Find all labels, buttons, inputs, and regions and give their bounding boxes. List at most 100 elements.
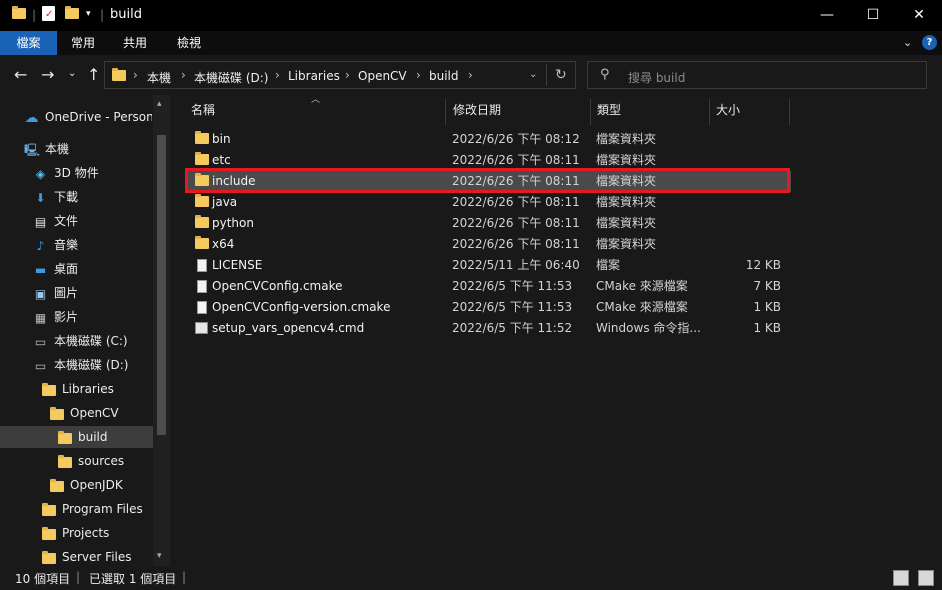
nav-item-drive-d[interactable]: ▭ 本機磁碟 (D:) bbox=[33, 354, 129, 376]
drive-icon: ▭ bbox=[34, 334, 47, 349]
forward-arrow-icon[interactable]: → bbox=[41, 65, 54, 84]
expand-ribbon-chevron-icon[interactable]: ⌄ bbox=[903, 36, 912, 49]
nav-item-libraries[interactable]: Libraries bbox=[41, 378, 114, 400]
nav-item-music[interactable]: ♪ 音樂 bbox=[33, 234, 78, 256]
column-divider[interactable] bbox=[709, 99, 710, 125]
status-divider: | bbox=[182, 570, 187, 584]
nav-scrollbar-thumb[interactable] bbox=[157, 135, 166, 435]
file-icon bbox=[197, 301, 207, 314]
nav-item-sources[interactable]: sources bbox=[57, 450, 124, 472]
chevron-right-icon[interactable]: › bbox=[468, 68, 473, 82]
file-size: 7 KB bbox=[753, 279, 781, 293]
back-arrow-icon[interactable]: ← bbox=[14, 65, 27, 84]
tab-home[interactable]: 常用 bbox=[57, 31, 109, 55]
breadcrumb-this-pc[interactable]: 本機 bbox=[147, 69, 171, 86]
nav-item-label: Projects bbox=[62, 526, 110, 540]
file-row[interactable]: setup_vars_opencv4.cmd 2022/6/5 下午 11:52… bbox=[187, 318, 791, 339]
column-divider[interactable] bbox=[789, 99, 790, 125]
help-icon[interactable]: ? bbox=[922, 35, 937, 50]
nav-item-build[interactable]: build bbox=[0, 426, 153, 448]
file-date: 2022/6/26 下午 08:11 bbox=[452, 237, 580, 251]
nav-item-program-files[interactable]: Program Files bbox=[41, 498, 143, 520]
file-row[interactable]: LICENSE 2022/5/11 上午 06:40 檔案 12 KB bbox=[187, 255, 791, 276]
nav-item-projects[interactable]: Projects bbox=[41, 522, 109, 544]
cube-icon: ◈ bbox=[35, 166, 46, 181]
file-type: 檔案資料夾 bbox=[596, 195, 657, 209]
file-name: bin bbox=[212, 132, 231, 146]
properties-icon[interactable]: ✓ bbox=[42, 6, 55, 21]
tab-file[interactable]: 檔案 bbox=[0, 31, 57, 55]
new-folder-icon[interactable] bbox=[65, 6, 79, 19]
column-header-name[interactable]: 名稱 bbox=[191, 95, 215, 125]
tab-share[interactable]: 共用 bbox=[109, 31, 161, 55]
tab-view[interactable]: 檢視 bbox=[161, 31, 217, 55]
column-header-size[interactable]: 大小 bbox=[716, 95, 740, 125]
breadcrumb-libraries[interactable]: Libraries bbox=[288, 69, 340, 83]
chevron-right-icon[interactable]: › bbox=[345, 68, 350, 82]
file-row[interactable]: OpenCVConfig-version.cmake 2022/6/5 下午 1… bbox=[187, 297, 791, 318]
file-icon bbox=[197, 259, 207, 272]
breadcrumb-opencv[interactable]: OpenCV bbox=[358, 69, 407, 83]
customize-qa-chevron-icon[interactable]: ▾ bbox=[86, 9, 91, 19]
chevron-right-icon[interactable]: › bbox=[416, 68, 421, 82]
nav-item-label: 影片 bbox=[54, 310, 79, 324]
file-row[interactable]: java 2022/6/26 下午 08:11 檔案資料夾 bbox=[187, 192, 791, 213]
column-divider[interactable] bbox=[445, 99, 446, 125]
breadcrumb-build[interactable]: build bbox=[429, 69, 459, 83]
scroll-down-arrow-icon[interactable]: ▾ bbox=[157, 551, 162, 561]
column-header-type[interactable]: 類型 bbox=[597, 95, 621, 125]
file-row[interactable]: bin 2022/6/26 下午 08:12 檔案資料夾 bbox=[187, 129, 791, 150]
recent-locations-chevron-icon[interactable]: ⌄ bbox=[68, 68, 76, 79]
nav-item-label: OneDrive - Persona bbox=[45, 110, 152, 124]
nav-item-drive-c[interactable]: ▭ 本機磁碟 (C:) bbox=[33, 330, 128, 352]
cloud-icon: ☁ bbox=[24, 109, 39, 126]
close-button[interactable]: ✕ bbox=[896, 0, 942, 31]
search-input[interactable]: 搜尋 build bbox=[628, 69, 685, 86]
file-row[interactable]: OpenCVConfig.cmake 2022/6/5 下午 11:53 CMa… bbox=[187, 276, 791, 297]
file-size: 1 KB bbox=[753, 300, 781, 314]
folder-icon bbox=[195, 194, 209, 207]
column-divider[interactable] bbox=[590, 99, 591, 125]
nav-item-3d-objects[interactable]: ◈ 3D 物件 bbox=[33, 162, 99, 184]
nav-item-documents[interactable]: ▤ 文件 bbox=[33, 210, 78, 232]
up-arrow-icon[interactable]: ↑ bbox=[87, 65, 100, 84]
file-row[interactable]: x64 2022/6/26 下午 08:11 檔案資料夾 bbox=[187, 234, 791, 255]
nav-item-label: 圖片 bbox=[54, 286, 79, 300]
nav-item-videos[interactable]: ▦ 影片 bbox=[33, 306, 78, 328]
file-date: 2022/6/26 下午 08:11 bbox=[452, 216, 580, 230]
file-name: setup_vars_opencv4.cmd bbox=[212, 321, 365, 335]
minimize-button[interactable]: — bbox=[804, 0, 850, 31]
file-type: 檔案 bbox=[596, 258, 621, 272]
refresh-icon[interactable]: ↻ bbox=[555, 67, 567, 83]
file-name: x64 bbox=[212, 237, 235, 251]
chevron-right-icon[interactable]: › bbox=[133, 68, 138, 82]
nav-item-onedrive[interactable]: ☁ OneDrive - Persona bbox=[24, 106, 153, 128]
nav-item-openjdk[interactable]: OpenJDK bbox=[49, 474, 123, 496]
cmd-file-icon bbox=[195, 322, 208, 334]
computer-icon: 🖳 bbox=[24, 142, 41, 157]
address-bar[interactable]: › 本機 › 本機磁碟 (D:) › Libraries › OpenCV › … bbox=[104, 61, 576, 89]
nav-item-server-files[interactable]: Server Files bbox=[41, 546, 132, 566]
nav-item-pictures[interactable]: ▣ 圖片 bbox=[33, 282, 78, 304]
chevron-right-icon[interactable]: › bbox=[275, 68, 280, 82]
file-row[interactable]: python 2022/6/26 下午 08:11 檔案資料夾 bbox=[187, 213, 791, 234]
scroll-up-arrow-icon[interactable]: ▴ bbox=[157, 99, 162, 109]
details-view-icon[interactable] bbox=[893, 570, 909, 586]
nav-item-this-pc[interactable]: 🖳 本機 bbox=[24, 138, 69, 160]
search-box[interactable]: ⚲ 搜尋 build bbox=[587, 61, 927, 89]
breadcrumb-drive-d[interactable]: 本機磁碟 (D:) bbox=[194, 69, 268, 86]
file-size: 12 KB bbox=[745, 258, 781, 272]
nav-item-label: 本機磁碟 (D:) bbox=[54, 358, 129, 372]
address-history-chevron-icon[interactable]: ⌄ bbox=[529, 69, 537, 80]
chevron-right-icon[interactable]: › bbox=[181, 68, 186, 82]
folder-icon bbox=[112, 68, 126, 81]
column-header-date[interactable]: 修改日期 bbox=[453, 95, 501, 125]
nav-item-desktop[interactable]: ▬ 桌面 bbox=[33, 258, 78, 280]
nav-item-downloads[interactable]: ⬇ 下載 bbox=[33, 186, 78, 208]
nav-item-opencv[interactable]: OpenCV bbox=[49, 402, 119, 424]
maximize-button[interactable]: ☐ bbox=[850, 0, 896, 31]
status-divider: | bbox=[76, 570, 81, 584]
file-type: Windows 命令指... bbox=[596, 321, 701, 335]
nav-item-label: sources bbox=[78, 454, 125, 468]
large-icons-view-icon[interactable] bbox=[918, 570, 934, 586]
